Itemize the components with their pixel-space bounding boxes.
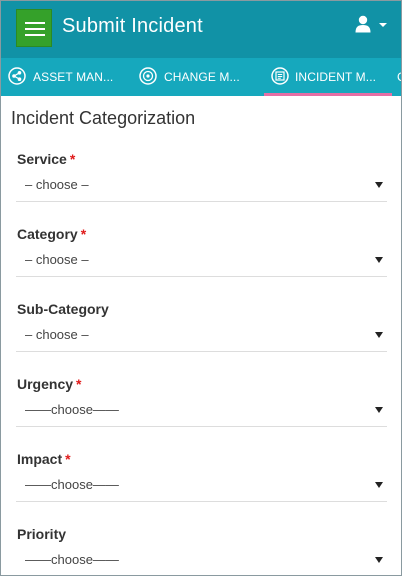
select-value: ——choose—— <box>25 477 119 492</box>
tab-label: INCIDENT M... <box>295 70 377 84</box>
tab-label: ASSET MAN... <box>33 70 114 84</box>
impact-field: Impact * ——choose—— <box>16 451 387 526</box>
required-marker: * <box>69 151 76 167</box>
tab-asset-management[interactable]: ASSET MAN... <box>1 58 132 96</box>
caret-down-icon <box>375 182 383 188</box>
field-label: Impact * <box>17 451 71 467</box>
urgency-field: Urgency * ——choose—— <box>16 376 387 451</box>
priority-select[interactable]: ——choose—— <box>16 545 387 575</box>
menu-button[interactable] <box>16 9 52 47</box>
caret-down-icon <box>375 332 383 338</box>
select-value: – choose – <box>25 252 89 267</box>
asset-management-icon <box>8 67 26 85</box>
impact-select[interactable]: ——choose—— <box>16 470 387 502</box>
sub-category-select[interactable]: – choose – <box>16 320 387 352</box>
sub-category-field: Sub-Category – choose – <box>16 301 387 376</box>
incident-management-icon <box>271 67 289 85</box>
user-icon <box>355 15 371 33</box>
required-marker: * <box>80 226 87 242</box>
tab-overflow-edge[interactable]: C <box>397 70 401 84</box>
user-menu-button[interactable] <box>355 15 391 35</box>
select-value: – choose – <box>25 327 89 342</box>
module-tabbar: ASSET MAN... CHANGE M... INCIDENT M... C <box>1 58 401 96</box>
page-title: Submit Incident <box>62 15 203 37</box>
caret-down-icon <box>375 407 383 413</box>
urgency-select[interactable]: ——choose—— <box>16 395 387 427</box>
app-frame: Submit Incident ASSET MAN... CHANGE M...… <box>0 0 402 576</box>
section-title: Incident Categorization <box>11 108 196 128</box>
category-select[interactable]: – choose – <box>16 245 387 277</box>
category-field: Category * – choose – <box>16 226 387 301</box>
caret-down-icon <box>379 23 387 27</box>
select-value: – choose – <box>25 177 89 192</box>
service-select[interactable]: – choose – <box>16 170 387 202</box>
caret-down-icon <box>375 482 383 488</box>
caret-down-icon <box>375 557 383 563</box>
priority-field: Priority ——choose—— <box>16 526 387 575</box>
field-label: Service * <box>17 151 76 167</box>
tab-change-management[interactable]: CHANGE M... <box>132 58 264 96</box>
field-label: Priority <box>17 526 67 542</box>
change-management-icon <box>139 67 157 85</box>
tab-incident-management[interactable]: INCIDENT M... <box>264 58 392 96</box>
service-field: Service * – choose – <box>16 151 387 226</box>
field-label: Sub-Category <box>17 301 109 317</box>
app-header: Submit Incident <box>1 1 401 58</box>
caret-down-icon <box>375 257 383 263</box>
incident-form: Incident Categorization Service * – choos… <box>1 96 401 575</box>
tab-label: CHANGE M... <box>164 70 240 84</box>
field-label: Urgency * <box>17 376 82 392</box>
required-marker: * <box>76 376 82 392</box>
field-label: Category * <box>17 226 87 242</box>
required-marker: * <box>65 451 71 467</box>
select-value: ——choose—— <box>25 552 119 567</box>
select-value: ——choose—— <box>25 402 119 417</box>
